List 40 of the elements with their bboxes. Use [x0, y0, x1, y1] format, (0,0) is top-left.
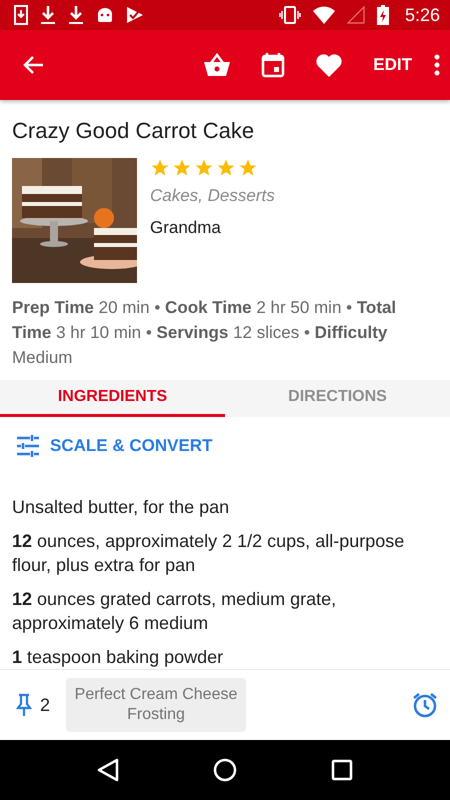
heart-button[interactable]: [315, 53, 344, 77]
edit-button[interactable]: EDIT: [373, 55, 412, 75]
play-store-icon: [126, 6, 144, 24]
ingredient-line: 12 ounces, approximately 2 1/2 cups, all-purpose flour, plus extra for pan: [12, 530, 406, 577]
back-button[interactable]: [22, 55, 44, 75]
linked-recipe-button[interactable]: Perfect Cream Cheese Frosting: [66, 678, 246, 732]
star-icon: [172, 158, 192, 178]
more-options-button[interactable]: [434, 54, 440, 76]
timer-button[interactable]: [412, 692, 438, 718]
download-icon: [40, 5, 56, 25]
star-icon: [150, 158, 170, 178]
back-nav-button[interactable]: [97, 758, 119, 782]
ingredient-line: Unsalted butter, for the pan: [12, 496, 230, 519]
signal-icon: [346, 6, 365, 24]
pin-icon: [16, 693, 32, 717]
star-icon: [216, 158, 236, 178]
download-icon: [68, 5, 84, 25]
star-icon: [238, 158, 258, 178]
vibrate-icon: [278, 6, 301, 24]
recipe-categories: Cakes, Desserts: [150, 186, 275, 206]
basket-button[interactable]: [203, 53, 232, 77]
recipe-source: Grandma: [150, 218, 222, 238]
battery-charging-icon: [376, 5, 389, 25]
wifi-icon: [312, 6, 335, 24]
star-icon: [194, 158, 214, 178]
robot-icon: [96, 6, 114, 24]
tab[interactable]: INGREDIENTS: [0, 380, 225, 417]
pin-button[interactable]: 2: [16, 693, 50, 717]
home-nav-button[interactable]: [213, 758, 237, 782]
download-notification-icon: [14, 5, 28, 25]
ingredient-line: 12 ounces grated carrots, medium grate, approximately 6 medium: [12, 588, 338, 635]
sliders-icon: [16, 435, 40, 457]
calendar-button[interactable]: [261, 52, 286, 78]
recents-nav-button[interactable]: [331, 759, 353, 781]
scale-convert-button[interactable]: SCALE & CONVERT: [16, 435, 212, 457]
clock: 5:26: [404, 4, 440, 26]
recipe-title: Crazy Good Carrot Cake: [12, 118, 256, 144]
ingredient-line: 1 teaspoon baking powder: [12, 646, 224, 669]
recipe-details: Prep Time 20 min • Cook Time 2 hr 50 min • Total Time 3 hr 10 min • Servings 12 slices • Difficulty Medium: [12, 297, 398, 369]
tab[interactable]: DIRECTIONS: [225, 380, 450, 417]
